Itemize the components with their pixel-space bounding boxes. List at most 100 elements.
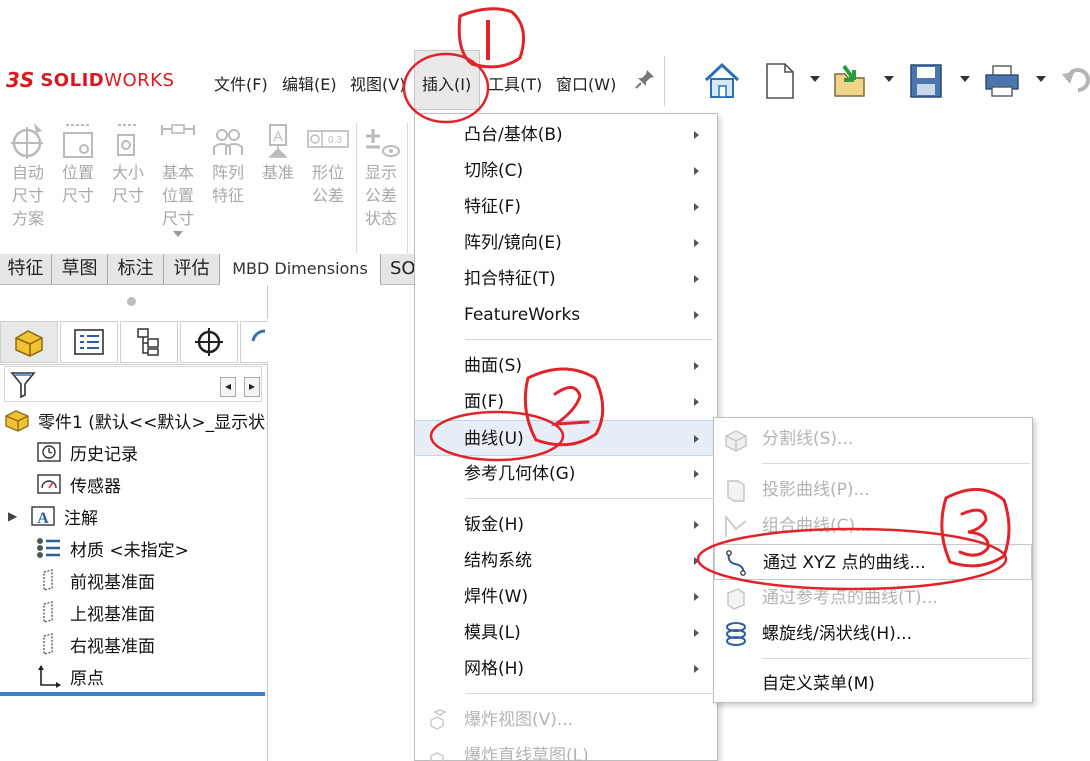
save-icon[interactable] [906, 60, 946, 102]
menu-item-featureworks[interactable]: FeatureWorks [415, 297, 717, 333]
menu-item-fastening-feature[interactable]: 扣合特征(T) [415, 261, 717, 297]
geometric-tolerance-label-2: 公差 [311, 186, 344, 205]
submenu-item-curve-through-reference-points[interactable]: 通过参考点的曲线(T)... [714, 580, 1032, 616]
menu-item-structure-system[interactable]: 结构系统 [415, 543, 717, 579]
solidworks-logo: 3S SOLID WORKS [6, 66, 174, 94]
auto-dimension-icon [11, 123, 43, 159]
tab-evaluate[interactable]: 评估 [164, 254, 220, 285]
composite-curve-icon [725, 514, 747, 537]
tree-item-label: 上视基准面 [70, 604, 155, 625]
chevron-down-icon[interactable] [172, 230, 184, 238]
new-dropdown-arrow[interactable] [810, 76, 820, 82]
menu-item-molds[interactable]: 模具(L) [415, 615, 717, 651]
tree-item-top-plane[interactable]: 上视基准面 [36, 597, 155, 627]
menu-item-reference-geometry[interactable]: 参考几何体(G) [415, 456, 717, 492]
menu-view[interactable]: 视图(V) [350, 71, 405, 95]
submenu-arrow-icon [694, 665, 699, 673]
submenu-item-split-line[interactable]: 分割线(S)... [714, 421, 1032, 457]
submenu-item-helix-spiral[interactable]: 螺旋线/涡状线(H)... [714, 616, 1032, 652]
tree-item-material[interactable]: 材质 <未指定> [36, 533, 189, 563]
menu-window[interactable]: 窗口(W) [556, 71, 616, 95]
menu-item-label: 凸台/基体(B) [464, 125, 563, 145]
pattern-feature-button[interactable]: 阵列 特征 [205, 121, 251, 207]
explode-line-sketch-icon [430, 752, 444, 761]
location-dimension-button[interactable]: 位置 尺寸 [55, 121, 101, 207]
tree-item-label: 历史记录 [70, 444, 138, 465]
submenu-arrow-icon [694, 131, 699, 139]
svg-text:0.3: 0.3 [328, 135, 342, 146]
menu-file[interactable]: 文件(F) [214, 71, 268, 95]
submenu-item-label: 分割线(S)... [762, 429, 854, 449]
submenu-item-curve-through-xyz[interactable]: 通过 XYZ 点的曲线... [714, 544, 1032, 580]
menu-item-label: 网格(H) [464, 659, 525, 679]
auto-dimension-button[interactable]: 自动 尺寸 方案 [5, 121, 51, 230]
expand-arrow-icon[interactable]: ▶ [8, 509, 30, 523]
tree-item-right-plane[interactable]: 右视基准面 [36, 629, 155, 659]
submenu-item-label: 投影曲线(P)... [762, 480, 870, 500]
open-dropdown-arrow[interactable] [884, 76, 894, 82]
menu-item-mesh[interactable]: 网格(H) [415, 651, 717, 687]
tab-sketch[interactable]: 草图 [52, 254, 108, 285]
new-document-icon[interactable] [760, 60, 800, 102]
datum-button[interactable]: A 基准 [255, 121, 301, 184]
display-manager-tab[interactable] [240, 321, 268, 363]
tree-item-sensors[interactable]: 传感器 [36, 469, 121, 499]
menu-item-sheet-metal[interactable]: 钣金(H) [415, 507, 717, 543]
panel-grip-handle[interactable] [127, 297, 136, 306]
filter-funnel-icon[interactable] [9, 369, 37, 399]
submenu-item-projected-curve[interactable]: 投影曲线(P)... [714, 472, 1032, 508]
menu-item-pattern-mirror[interactable]: 阵列/镜向(E) [415, 225, 717, 261]
basic-location-label-2: 位置 [161, 186, 194, 205]
menu-item-cut[interactable]: 切除(C) [415, 153, 717, 189]
menu-item-face[interactable]: 面(F) [415, 384, 717, 420]
menu-item-surface[interactable]: 曲面(S) [415, 348, 717, 384]
menu-item-explode-line-sketch[interactable]: 爆炸直线草图(L) [415, 738, 717, 761]
tree-root-part[interactable]: 零件1 (默认<<默认>_显示状 [4, 405, 265, 435]
property-manager-tab[interactable] [60, 321, 118, 363]
submenu-item-customize-menu[interactable]: 自定义菜单(M) [714, 666, 1032, 702]
explode-view-icon [430, 709, 447, 730]
undo-icon[interactable] [1058, 60, 1090, 102]
pin-icon[interactable] [634, 68, 656, 90]
display-manager-icon [251, 329, 265, 342]
projected-curve-icon [727, 480, 745, 502]
tab-features[interactable]: 特征 [0, 254, 52, 285]
feature-manager-tabs: ◂ ▸ [0, 319, 268, 397]
print-dropdown-arrow[interactable] [1036, 76, 1046, 82]
menu-tools[interactable]: 工具(T) [488, 71, 542, 95]
menu-item-exploded-view[interactable]: 爆炸视图(V)... [415, 702, 717, 738]
print-icon[interactable] [982, 60, 1022, 102]
open-folder-icon[interactable] [830, 60, 870, 102]
save-dropdown-arrow[interactable] [960, 76, 970, 82]
home-icon[interactable] [702, 60, 742, 102]
tree-filter-box[interactable] [4, 366, 262, 402]
panel-divider [0, 692, 265, 696]
tree-item-origin[interactable]: 原点 [36, 661, 104, 691]
configuration-icon [137, 328, 159, 356]
tab-solidworks-addins[interactable]: SO [381, 254, 416, 285]
menu-insert[interactable]: 插入(I) [422, 71, 471, 95]
submenu-item-composite-curve[interactable]: 组合曲线(C)... [714, 508, 1032, 544]
submenu-item-label: 组合曲线(C)... [762, 516, 872, 536]
pattern-feature-icon [213, 129, 243, 155]
geometric-tolerance-button[interactable]: 0.3 形位 公差 [305, 121, 351, 207]
show-tolerance-status-button[interactable]: 显示 公差 状态 [358, 121, 404, 230]
feature-tree-tab[interactable] [0, 321, 58, 363]
menu-item-label: 特征(F) [464, 197, 522, 217]
menu-item-features[interactable]: 特征(F) [415, 189, 717, 225]
menu-item-weldments[interactable]: 焊件(W) [415, 579, 717, 615]
tab-mbd-dimensions[interactable]: MBD Dimensions [220, 254, 381, 285]
size-dimension-button[interactable]: 大小 尺寸 [105, 121, 151, 207]
basic-location-dimension-button[interactable]: 基本 位置 尺寸 [155, 121, 201, 240]
dimxpert-manager-tab[interactable] [180, 321, 238, 363]
tree-item-front-plane[interactable]: 前视基准面 [36, 565, 155, 595]
tab-markup[interactable]: 标注 [108, 254, 164, 285]
tree-item-label: 注解 [64, 508, 98, 529]
tree-item-annotations[interactable]: ▶ A 注解 [8, 501, 98, 531]
submenu-item-label: 通过参考点的曲线(T)... [762, 588, 938, 608]
menu-item-boss-base[interactable]: 凸台/基体(B) [415, 117, 717, 153]
configuration-manager-tab[interactable] [120, 321, 178, 363]
tree-item-history[interactable]: 历史记录 [36, 437, 138, 467]
menu-item-curve[interactable]: 曲线(U) [415, 420, 717, 456]
menu-edit[interactable]: 编辑(E) [282, 71, 337, 95]
